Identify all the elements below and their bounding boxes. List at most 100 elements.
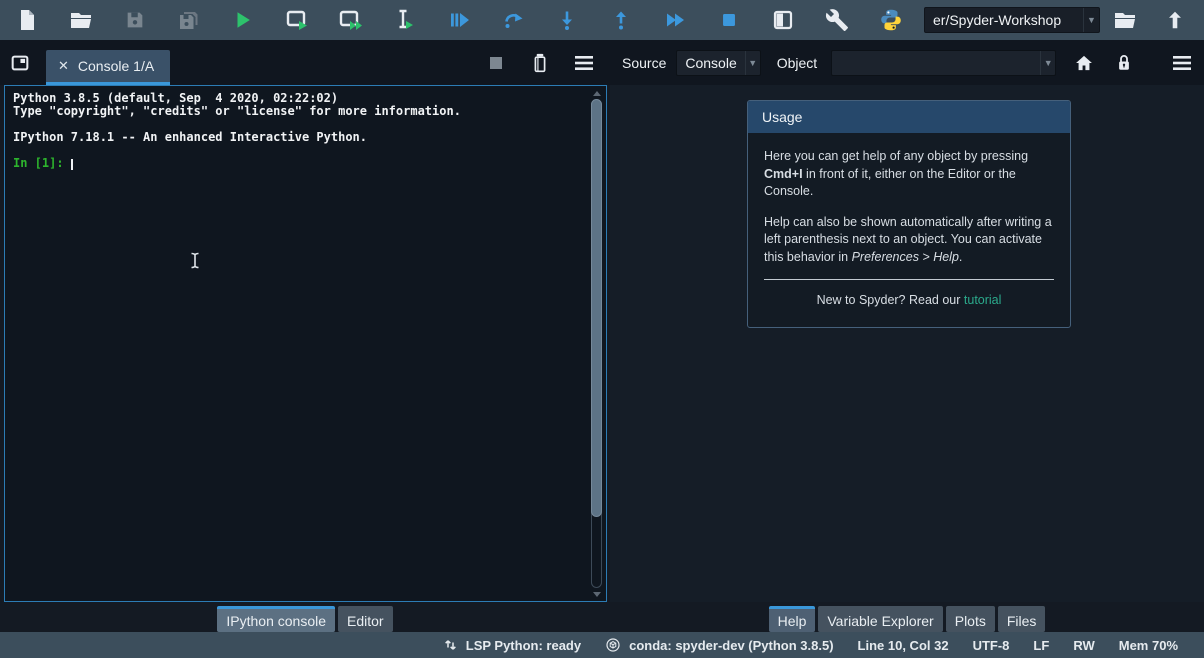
tutorial-link[interactable]: tutorial [964,293,1002,307]
step-into-icon [555,8,579,32]
memory-status: Mem 70% [1119,638,1178,653]
stop-debugging-button[interactable] [702,0,756,40]
tab-label: Editor [347,613,384,629]
tab-help[interactable]: Help [769,606,816,632]
preferences-button[interactable] [810,0,864,40]
eol-status: LF [1033,638,1049,653]
tab-variable-explorer[interactable]: Variable Explorer [818,606,942,632]
step-over-button[interactable] [486,0,540,40]
conda-package-icon [605,637,621,653]
tab-console-1a[interactable]: ✕ Console 1/A [46,50,170,85]
scrollbar-thumb[interactable] [591,99,602,517]
debug-file-icon [447,8,471,32]
right-bottom-tabbar: Help Variable Explorer Plots Files [610,602,1204,632]
save-icon [124,9,146,31]
console-line: IPython 7.18.1 -- An enhanced Interactiv… [13,131,586,144]
open-file-icon [69,8,93,32]
stop-debugging-icon [718,9,740,31]
ipython-prompt: In [1]: [13,156,71,170]
console-pane: ✕ Console 1/A Python 3.8.5 (default [0,40,610,632]
text-caret [71,159,73,170]
mouse-cursor-ibeam [189,251,201,273]
debug-file-button[interactable] [432,0,486,40]
chevron-down-icon[interactable]: ▼ [745,51,760,75]
tab-files[interactable]: Files [998,606,1046,632]
maximize-pane-icon [771,8,795,32]
chevron-down-icon[interactable]: ▼ [1083,8,1099,32]
tab-plots[interactable]: Plots [946,606,995,632]
close-tab-icon[interactable]: ✕ [58,58,69,74]
console-line: Type "copyright", "credits" or "license"… [13,105,586,118]
help-content: Usage Here you can get help of any objec… [610,85,1204,602]
browse-tabs-icon [9,52,31,74]
main-area: ✕ Console 1/A Python 3.8.5 (default [0,40,1204,632]
run-file-icon [232,9,254,31]
usage-card-body: Here you can get help of any object by p… [748,133,1070,327]
ipython-console-input[interactable]: Python 3.8.5 (default, Sep 4 2020, 02:22… [4,85,607,602]
maximize-pane-button[interactable] [756,0,810,40]
step-return-button[interactable] [594,0,648,40]
arrow-up-icon [1164,9,1186,31]
tab-ipython-console[interactable]: IPython console [217,606,335,632]
run-selection-icon [393,7,417,33]
lsp-status: LSP Python: ready [443,637,581,653]
source-value: Console [677,55,744,71]
tab-label: IPython console [226,613,326,629]
help-options-menu-button[interactable] [1162,43,1202,83]
conda-env-status: conda: spyder-dev (Python 3.8.5) [605,637,833,653]
trash-icon [530,52,550,74]
save-all-icon [177,8,201,32]
new-file-button[interactable] [0,0,54,40]
usage-footer: New to Spyder? Read our tutorial [764,292,1054,314]
console-pane-header: ✕ Console 1/A [0,40,610,85]
step-into-button[interactable] [540,0,594,40]
run-selection-button[interactable] [378,0,432,40]
interrupt-kernel-button[interactable] [474,43,518,83]
scroll-down-arrow[interactable] [590,588,604,600]
tab-editor[interactable]: Editor [338,606,393,632]
run-cell-button[interactable] [270,0,324,40]
console-options-menu-button[interactable] [562,43,606,83]
conda-env-text: conda: spyder-dev (Python 3.8.5) [629,638,833,653]
object-label: Object [777,55,817,71]
console-header-buttons [474,43,610,83]
usage-card-title: Usage [748,101,1070,133]
run-cell-and-advance-button[interactable] [324,0,378,40]
save-button[interactable] [108,0,162,40]
tab-label: Help [778,613,807,629]
remove-console-button[interactable] [518,43,562,83]
help-pane-header: Source Console ▼ Object ▼ [610,40,1204,85]
status-bar: LSP Python: ready conda: spyder-dev (Pyt… [0,632,1204,658]
tab-label: Files [1007,613,1037,629]
open-file-button[interactable] [54,0,108,40]
parent-directory-button[interactable] [1150,0,1200,40]
browse-working-directory-button[interactable] [1100,0,1150,40]
console-tab-label: Console 1/A [78,58,154,74]
python-path-manager-button[interactable] [864,0,918,40]
console-line [13,144,586,157]
lock-pane-button[interactable] [1104,43,1144,83]
help-home-button[interactable] [1064,43,1104,83]
run-file-button[interactable] [216,0,270,40]
divider [764,279,1054,280]
working-directory-combobox[interactable]: er/Spyder-Workshop ▼ [924,7,1100,33]
cursor-position-status: Line 10, Col 32 [858,638,949,653]
working-directory-value: er/Spyder-Workshop [925,12,1083,28]
hamburger-menu-icon [1172,55,1192,71]
save-all-button[interactable] [162,0,216,40]
usage-card: Usage Here you can get help of any objec… [747,100,1071,328]
continue-execution-icon [663,8,687,32]
object-combobox[interactable]: ▼ [831,50,1056,76]
scroll-up-arrow[interactable] [590,87,604,99]
spyder-window: er/Spyder-Workshop ▼ ✕ Console 1/A [0,0,1204,658]
step-return-icon [609,8,633,32]
lsp-status-text: LSP Python: ready [466,638,581,653]
continue-execution-button[interactable] [648,0,702,40]
console-scrollbar[interactable] [590,87,604,600]
chevron-down-icon[interactable]: ▼ [1040,51,1055,75]
source-combobox[interactable]: Console ▼ [676,50,760,76]
run-cell-icon [284,7,310,33]
browse-tabs-button[interactable] [0,43,40,83]
permissions-status: RW [1073,638,1094,653]
source-label: Source [622,55,666,71]
